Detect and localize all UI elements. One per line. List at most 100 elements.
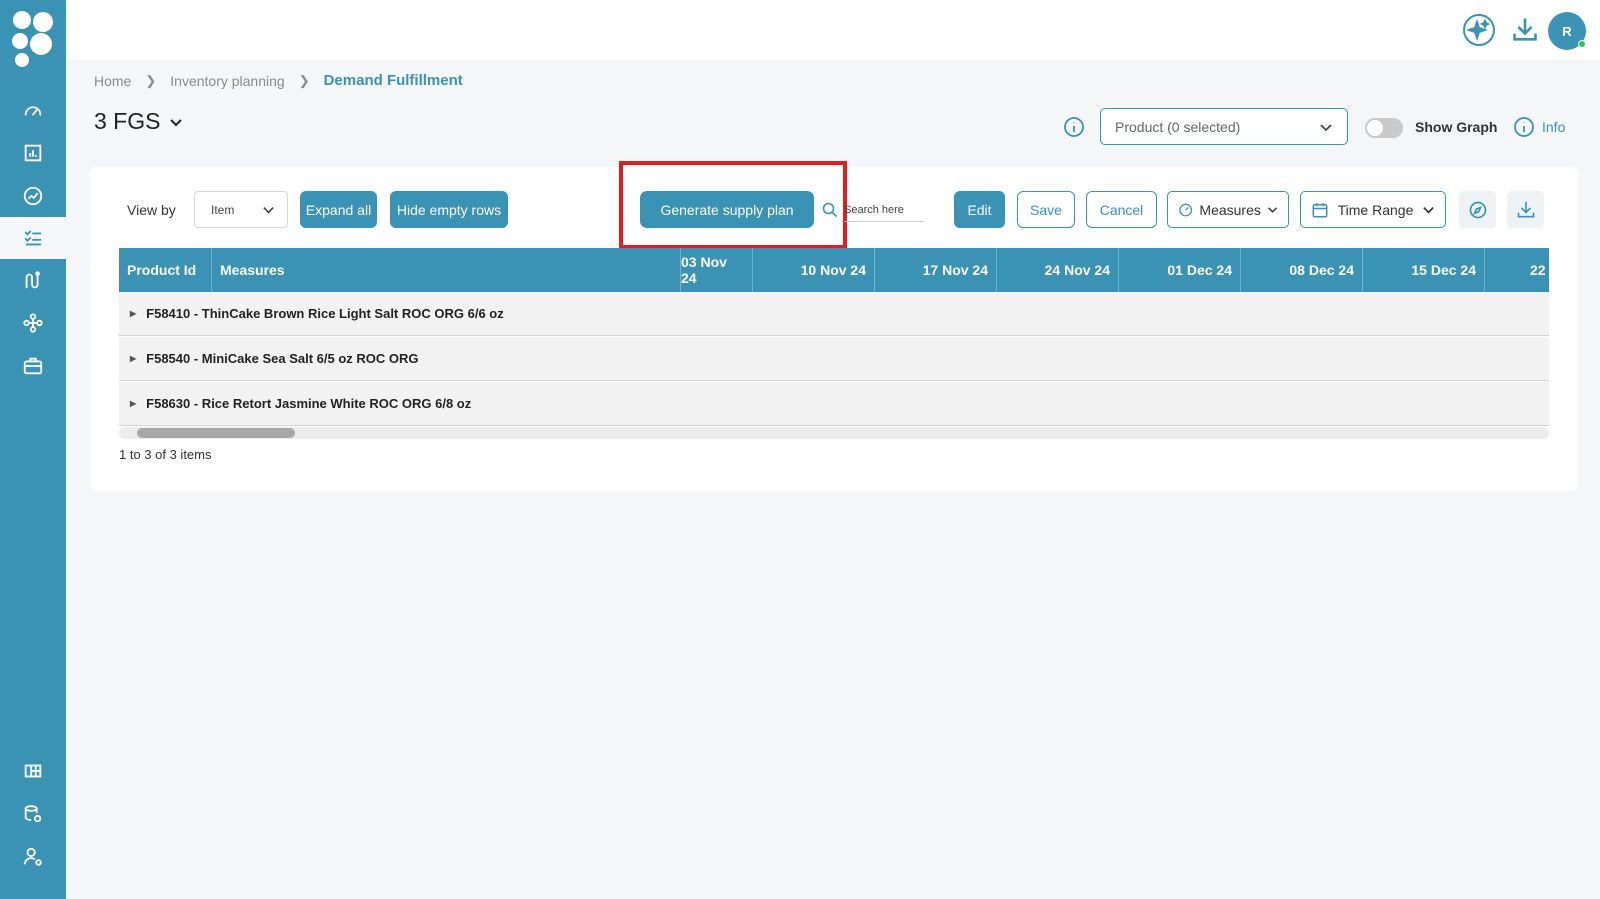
- toggle-knob: [1367, 120, 1383, 136]
- trend-chart-icon: [23, 186, 43, 206]
- user-settings-icon: [23, 847, 42, 866]
- scrollbar-thumb[interactable]: [137, 428, 295, 438]
- info-icon: [1514, 117, 1534, 137]
- chevron-down-icon: [263, 207, 274, 214]
- checklist-icon: [24, 230, 42, 246]
- sparkle-icon: [1463, 14, 1495, 46]
- top-header: [66, 0, 1600, 60]
- column-header-date[interactable]: 08 Dec 24: [1241, 248, 1363, 292]
- expand-caret-icon[interactable]: ▶: [130, 309, 136, 318]
- date-label: 08 Dec 24: [1289, 262, 1354, 278]
- sidebar: [0, 0, 66, 899]
- sidebar-item-user-settings[interactable]: [0, 836, 66, 878]
- download-button[interactable]: [1507, 12, 1543, 48]
- date-label: 24 Nov 24: [1044, 262, 1110, 278]
- date-label: 01 Dec 24: [1167, 262, 1232, 278]
- breadcrumb-home[interactable]: Home: [94, 73, 131, 89]
- sidebar-item-data-settings[interactable]: [0, 793, 66, 835]
- sidebar-item-planning[interactable]: [0, 217, 66, 259]
- measures-label: Measures: [1199, 201, 1261, 218]
- chevron-down-icon: [1267, 207, 1277, 213]
- ai-sparkle-button[interactable]: [1461, 12, 1497, 48]
- app-logo[interactable]: [10, 8, 56, 70]
- chevron-down-icon: [1320, 123, 1332, 131]
- sidebar-item-analytics[interactable]: [0, 175, 66, 217]
- sidebar-item-network[interactable]: [0, 302, 66, 344]
- view-by-value: Item: [211, 202, 235, 217]
- search-icon[interactable]: [822, 202, 838, 218]
- breadcrumb: Home ❯ Inventory planning ❯ Demand Fulfi…: [94, 72, 463, 89]
- column-header-date[interactable]: 22: [1485, 248, 1549, 292]
- sidebar-item-dashboards[interactable]: [0, 750, 66, 792]
- network-icon: [23, 313, 43, 333]
- download-icon: [1517, 201, 1534, 217]
- sidebar-item-routes[interactable]: [0, 260, 66, 302]
- table-row[interactable]: ▶ F58410 - ThinCake Brown Rice Light Sal…: [119, 292, 1549, 336]
- product-info-button[interactable]: [1063, 116, 1085, 138]
- avatar-initial: R: [1562, 23, 1572, 39]
- date-label: 03 Nov 24: [681, 254, 727, 286]
- dashboard-grid-icon: [24, 764, 42, 778]
- product-select[interactable]: Product (0 selected): [1100, 108, 1348, 145]
- chevron-down-icon: [1423, 207, 1434, 214]
- show-graph-label: Show Graph: [1415, 119, 1498, 135]
- online-status-dot: [1578, 40, 1586, 48]
- save-button[interactable]: Save: [1017, 191, 1075, 228]
- date-label: 17 Nov 24: [922, 262, 988, 278]
- date-label: 22: [1530, 262, 1546, 278]
- expand-all-button[interactable]: Expand all: [300, 191, 377, 228]
- sidebar-item-reports[interactable]: [0, 132, 66, 174]
- breadcrumb-inventory-planning[interactable]: Inventory planning: [170, 73, 284, 89]
- product-select-label: Product (0 selected): [1115, 118, 1241, 135]
- avatar[interactable]: R: [1548, 12, 1586, 50]
- sidebar-item-speedometer[interactable]: [0, 89, 66, 131]
- horizontal-scrollbar[interactable]: [119, 427, 1549, 439]
- export-button[interactable]: [1507, 191, 1544, 228]
- column-header-date[interactable]: 24 Nov 24: [997, 248, 1119, 292]
- product-label: F58410 - ThinCake Brown Rice Light Salt …: [146, 306, 504, 321]
- product-label: F58630 - Rice Retort Jasmine White ROC O…: [146, 396, 472, 411]
- show-graph-toggle[interactable]: [1365, 118, 1403, 138]
- column-header-date[interactable]: 10 Nov 24: [753, 248, 875, 292]
- column-header-measures[interactable]: Measures: [212, 248, 681, 292]
- measures-dropdown[interactable]: Measures: [1167, 191, 1289, 228]
- edit-button[interactable]: Edit: [954, 191, 1005, 228]
- page-title-dropdown[interactable]: 3 FGS: [94, 108, 184, 135]
- sidebar-item-portfolio[interactable]: [0, 345, 66, 387]
- expand-caret-icon[interactable]: ▶: [130, 399, 136, 408]
- date-label: 10 Nov 24: [800, 262, 866, 278]
- view-by-select[interactable]: Item: [194, 191, 288, 228]
- table-row[interactable]: ▶ F58630 - Rice Retort Jasmine White ROC…: [119, 382, 1549, 426]
- info-button[interactable]: [1513, 116, 1535, 138]
- view-by-label: View by: [127, 202, 176, 218]
- generate-supply-plan-button[interactable]: Generate supply plan: [640, 191, 814, 228]
- info-icon: [1064, 117, 1084, 137]
- product-label: F58540 - MiniCake Sea Salt 6/5 oz ROC OR…: [146, 351, 419, 366]
- gauge-icon: [1179, 203, 1193, 216]
- pagination-summary: 1 to 3 of 3 items: [119, 447, 212, 462]
- column-header-date[interactable]: 03 Nov 24: [681, 248, 753, 292]
- hide-empty-rows-button[interactable]: Hide empty rows: [390, 191, 508, 228]
- expand-caret-icon[interactable]: ▶: [130, 354, 136, 363]
- table-row[interactable]: ▶ F58540 - MiniCake Sea Salt 6/5 oz ROC …: [119, 337, 1549, 381]
- route-icon: [25, 271, 40, 289]
- search-input[interactable]: [844, 198, 924, 222]
- info-link[interactable]: Info: [1542, 119, 1565, 135]
- compass-icon: [1469, 201, 1486, 218]
- data-grid: Product Id Measures 03 Nov 24 10 Nov 24 …: [119, 248, 1549, 441]
- cancel-button[interactable]: Cancel: [1086, 191, 1157, 228]
- time-range-dropdown[interactable]: Time Range: [1300, 191, 1446, 228]
- column-header-label: Product Id: [127, 262, 197, 278]
- column-header-date[interactable]: 01 Dec 24: [1119, 248, 1241, 292]
- chevron-down-icon: [170, 118, 183, 126]
- speedometer-icon: [24, 106, 42, 116]
- calendar-icon: [1312, 202, 1328, 217]
- column-header-date[interactable]: 15 Dec 24: [1363, 248, 1485, 292]
- date-label: 15 Dec 24: [1411, 262, 1476, 278]
- briefcase-icon: [23, 357, 43, 375]
- column-header-date[interactable]: 17 Nov 24: [875, 248, 997, 292]
- compass-button[interactable]: [1459, 191, 1496, 228]
- bar-chart-icon: [24, 144, 42, 162]
- column-header-product-id[interactable]: Product Id: [119, 248, 212, 292]
- chevron-right-icon: ❯: [145, 72, 157, 88]
